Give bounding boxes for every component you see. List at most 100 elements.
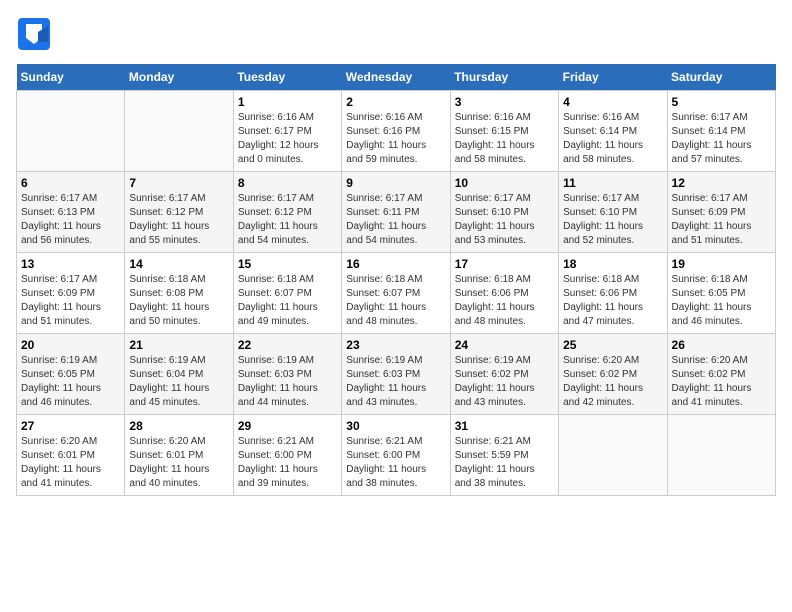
day-info: Sunrise: 6:20 AM Sunset: 6:01 PM Dayligh… — [21, 435, 120, 491]
day-number: 5 — [672, 95, 771, 109]
calendar-day-cell: 11 Sunrise: 6:17 AM Sunset: 6:10 PM Dayli… — [559, 172, 667, 253]
day-number: 31 — [455, 419, 554, 433]
day-number: 16 — [346, 257, 445, 271]
day-number: 10 — [455, 176, 554, 190]
day-info: Sunrise: 6:18 AM Sunset: 6:06 PM Dayligh… — [455, 273, 554, 329]
day-info: Sunrise: 6:19 AM Sunset: 6:03 PM Dayligh… — [238, 354, 337, 410]
day-number: 27 — [21, 419, 120, 433]
day-info: Sunrise: 6:21 AM Sunset: 6:00 PM Dayligh… — [346, 435, 445, 491]
day-info: Sunrise: 6:16 AM Sunset: 6:15 PM Dayligh… — [455, 111, 554, 167]
calendar-day-cell: 27 Sunrise: 6:20 AM Sunset: 6:01 PM Dayli… — [17, 415, 125, 496]
day-of-week-header: Friday — [559, 64, 667, 91]
day-number: 7 — [129, 176, 228, 190]
calendar-day-cell: 21 Sunrise: 6:19 AM Sunset: 6:04 PM Dayli… — [125, 334, 233, 415]
day-number: 26 — [672, 338, 771, 352]
page-header — [16, 16, 776, 52]
day-info: Sunrise: 6:17 AM Sunset: 6:12 PM Dayligh… — [238, 192, 337, 248]
day-number: 15 — [238, 257, 337, 271]
calendar-week-row: 13 Sunrise: 6:17 AM Sunset: 6:09 PM Dayli… — [17, 253, 776, 334]
day-number: 13 — [21, 257, 120, 271]
calendar-day-cell — [17, 91, 125, 172]
day-number: 4 — [563, 95, 662, 109]
day-info: Sunrise: 6:21 AM Sunset: 6:00 PM Dayligh… — [238, 435, 337, 491]
calendar-day-cell: 8 Sunrise: 6:17 AM Sunset: 6:12 PM Daylig… — [233, 172, 341, 253]
calendar-week-row: 6 Sunrise: 6:17 AM Sunset: 6:13 PM Daylig… — [17, 172, 776, 253]
day-info: Sunrise: 6:19 AM Sunset: 6:03 PM Dayligh… — [346, 354, 445, 410]
day-number: 21 — [129, 338, 228, 352]
day-info: Sunrise: 6:17 AM Sunset: 6:09 PM Dayligh… — [21, 273, 120, 329]
day-number: 12 — [672, 176, 771, 190]
day-number: 11 — [563, 176, 662, 190]
day-number: 22 — [238, 338, 337, 352]
calendar-week-row: 27 Sunrise: 6:20 AM Sunset: 6:01 PM Dayli… — [17, 415, 776, 496]
calendar-day-cell — [667, 415, 775, 496]
day-info: Sunrise: 6:20 AM Sunset: 6:01 PM Dayligh… — [129, 435, 228, 491]
day-number: 2 — [346, 95, 445, 109]
day-number: 3 — [455, 95, 554, 109]
day-info: Sunrise: 6:17 AM Sunset: 6:09 PM Dayligh… — [672, 192, 771, 248]
day-of-week-header: Tuesday — [233, 64, 341, 91]
logo-icon — [16, 16, 52, 52]
day-info: Sunrise: 6:17 AM Sunset: 6:13 PM Dayligh… — [21, 192, 120, 248]
day-info: Sunrise: 6:18 AM Sunset: 6:07 PM Dayligh… — [238, 273, 337, 329]
calendar-day-cell: 12 Sunrise: 6:17 AM Sunset: 6:09 PM Dayli… — [667, 172, 775, 253]
day-number: 23 — [346, 338, 445, 352]
day-info: Sunrise: 6:21 AM Sunset: 5:59 PM Dayligh… — [455, 435, 554, 491]
calendar-day-cell: 30 Sunrise: 6:21 AM Sunset: 6:00 PM Dayli… — [342, 415, 450, 496]
day-number: 8 — [238, 176, 337, 190]
day-info: Sunrise: 6:16 AM Sunset: 6:16 PM Dayligh… — [346, 111, 445, 167]
calendar-day-cell: 1 Sunrise: 6:16 AM Sunset: 6:17 PM Daylig… — [233, 91, 341, 172]
day-info: Sunrise: 6:18 AM Sunset: 6:08 PM Dayligh… — [129, 273, 228, 329]
calendar-day-cell: 26Sunrise: 6:20 AM Sunset: 6:02 PM Dayli… — [667, 334, 775, 415]
calendar-day-cell: 2 Sunrise: 6:16 AM Sunset: 6:16 PM Daylig… — [342, 91, 450, 172]
day-info: Sunrise: 6:17 AM Sunset: 6:12 PM Dayligh… — [129, 192, 228, 248]
calendar-table: SundayMondayTuesdayWednesdayThursdayFrid… — [16, 64, 776, 496]
calendar-day-cell: 22 Sunrise: 6:19 AM Sunset: 6:03 PM Dayli… — [233, 334, 341, 415]
day-number: 24 — [455, 338, 554, 352]
calendar-day-cell: 23 Sunrise: 6:19 AM Sunset: 6:03 PM Dayli… — [342, 334, 450, 415]
calendar-day-cell: 13 Sunrise: 6:17 AM Sunset: 6:09 PM Dayli… — [17, 253, 125, 334]
day-info: Sunrise: 6:19 AM Sunset: 6:05 PM Dayligh… — [21, 354, 120, 410]
day-number: 29 — [238, 419, 337, 433]
calendar-day-cell: 29 Sunrise: 6:21 AM Sunset: 6:00 PM Dayli… — [233, 415, 341, 496]
day-info: Sunrise: 6:18 AM Sunset: 6:07 PM Dayligh… — [346, 273, 445, 329]
day-number: 9 — [346, 176, 445, 190]
day-info: Sunrise: 6:17 AM Sunset: 6:14 PM Dayligh… — [672, 111, 771, 167]
day-of-week-header: Sunday — [17, 64, 125, 91]
day-info: Sunrise: 6:18 AM Sunset: 6:06 PM Dayligh… — [563, 273, 662, 329]
day-number: 28 — [129, 419, 228, 433]
calendar-day-cell: 3 Sunrise: 6:16 AM Sunset: 6:15 PM Daylig… — [450, 91, 558, 172]
calendar-day-cell: 15 Sunrise: 6:18 AM Sunset: 6:07 PM Dayli… — [233, 253, 341, 334]
calendar-day-cell: 25 Sunrise: 6:20 AM Sunset: 6:02 PM Dayli… — [559, 334, 667, 415]
calendar-day-cell: 17 Sunrise: 6:18 AM Sunset: 6:06 PM Dayli… — [450, 253, 558, 334]
day-info: Sunrise: 6:19 AM Sunset: 6:04 PM Dayligh… — [129, 354, 228, 410]
day-number: 30 — [346, 419, 445, 433]
day-number: 25 — [563, 338, 662, 352]
day-number: 6 — [21, 176, 120, 190]
day-of-week-header: Monday — [125, 64, 233, 91]
calendar-day-cell: 5 Sunrise: 6:17 AM Sunset: 6:14 PM Daylig… — [667, 91, 775, 172]
calendar-day-cell: 16 Sunrise: 6:18 AM Sunset: 6:07 PM Dayli… — [342, 253, 450, 334]
day-info: Sunrise: 6:18 AM Sunset: 6:05 PM Dayligh… — [672, 273, 771, 329]
day-number: 20 — [21, 338, 120, 352]
day-of-week-header: Wednesday — [342, 64, 450, 91]
day-number: 14 — [129, 257, 228, 271]
calendar-day-cell: 18Sunrise: 6:18 AM Sunset: 6:06 PM Dayli… — [559, 253, 667, 334]
calendar-day-cell: 24 Sunrise: 6:19 AM Sunset: 6:02 PM Dayli… — [450, 334, 558, 415]
day-info: Sunrise: 6:20 AM Sunset: 6:02 PM Dayligh… — [563, 354, 662, 410]
day-info: Sunrise: 6:19 AM Sunset: 6:02 PM Dayligh… — [455, 354, 554, 410]
day-number: 19 — [672, 257, 771, 271]
day-of-week-header: Thursday — [450, 64, 558, 91]
day-info: Sunrise: 6:17 AM Sunset: 6:10 PM Dayligh… — [455, 192, 554, 248]
calendar-day-cell: 28 Sunrise: 6:20 AM Sunset: 6:01 PM Dayli… — [125, 415, 233, 496]
day-info: Sunrise: 6:16 AM Sunset: 6:17 PM Dayligh… — [238, 111, 337, 167]
day-number: 17 — [455, 257, 554, 271]
logo — [16, 16, 52, 52]
calendar-day-cell: 20 Sunrise: 6:19 AM Sunset: 6:05 PM Dayli… — [17, 334, 125, 415]
day-info: Sunrise: 6:17 AM Sunset: 6:10 PM Dayligh… — [563, 192, 662, 248]
day-info: Sunrise: 6:16 AM Sunset: 6:14 PM Dayligh… — [563, 111, 662, 167]
day-of-week-header: Saturday — [667, 64, 775, 91]
day-info: Sunrise: 6:17 AM Sunset: 6:11 PM Dayligh… — [346, 192, 445, 248]
day-number: 1 — [238, 95, 337, 109]
calendar-day-cell: 9 Sunrise: 6:17 AM Sunset: 6:11 PM Daylig… — [342, 172, 450, 253]
